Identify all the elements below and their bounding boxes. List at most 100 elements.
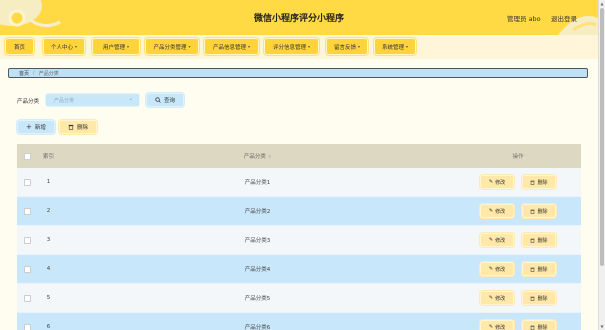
delete-button-label: 删除 xyxy=(537,208,548,215)
index-column-header: 索引 xyxy=(42,154,54,160)
chevron-down-icon: ▾ xyxy=(188,44,191,49)
row-index: 6 xyxy=(46,324,51,330)
chevron-down-icon: ▾ xyxy=(406,44,409,49)
category-table: 索引 产品分类 ⇅ 操作 1 产品分类1 ✎ 修改 删除 2 产品分类2 ✎ 修改 删除 3 产品分类3… xyxy=(17,144,581,330)
delete-button-label: 删除 xyxy=(537,237,548,244)
nav-item-label: 评分信息管理 xyxy=(272,44,306,51)
row-checkbox[interactable] xyxy=(23,323,31,330)
add-button-label: 新增 xyxy=(34,125,46,131)
edit-button-label: 修改 xyxy=(495,295,506,302)
search-field-label: 产品分类 xyxy=(17,99,40,105)
trash-icon xyxy=(530,209,535,214)
trash-icon xyxy=(530,296,535,301)
row-category-name: 产品分类3 xyxy=(244,238,271,244)
table-row: 5 产品分类5 ✎ 修改 删除 xyxy=(17,284,581,313)
logout-button[interactable]: 退出登录 xyxy=(551,13,577,23)
delete-button[interactable]: 删除 xyxy=(522,233,556,247)
breadcrumb-separator: / xyxy=(33,70,35,76)
category-search-input[interactable]: 产品分类 ⌄ xyxy=(45,93,140,107)
chevron-down-icon: ▾ xyxy=(358,44,361,49)
scroll-up-icon[interactable]: ▲ xyxy=(599,0,605,7)
name-column-header[interactable]: 产品分类 ⇅ xyxy=(60,152,455,160)
nav-item-label: 系统管理 xyxy=(381,44,404,51)
search-placeholder: 产品分类 xyxy=(54,97,75,104)
delete-button-label: 删除 xyxy=(537,324,548,330)
edit-button[interactable]: ✎ 修改 xyxy=(480,291,514,305)
nav-item-users[interactable]: 用户管理 ▾ xyxy=(92,38,140,55)
row-checkbox[interactable] xyxy=(23,207,31,215)
nav-item-system[interactable]: 系统管理 ▾ xyxy=(374,38,416,55)
main-nav: 首页 个人中心 ▾ 用户管理 ▾ 产品分类管理 ▾ 产品信息管理 ▾ 评分信息管… xyxy=(0,35,598,59)
search-button-label: 查询 xyxy=(163,98,175,104)
row-category-name: 产品分类2 xyxy=(244,209,271,215)
edit-button-label: 修改 xyxy=(495,208,506,215)
trash-icon xyxy=(530,238,535,243)
row-checkbox[interactable] xyxy=(23,178,31,186)
scrollbar-thumb[interactable] xyxy=(600,8,604,266)
sort-icon[interactable]: ⇅ xyxy=(268,154,271,159)
delete-button[interactable]: 删除 xyxy=(522,175,556,189)
select-all-checkbox[interactable] xyxy=(23,152,31,160)
delete-button[interactable]: 删除 xyxy=(522,262,556,276)
delete-button[interactable]: 删除 xyxy=(522,291,556,305)
trash-icon xyxy=(530,325,535,330)
chevron-down-icon: ▾ xyxy=(127,44,130,49)
name-column-header-label: 产品分类 xyxy=(243,154,266,160)
pencil-icon: ✎ xyxy=(488,266,494,272)
row-category-name: 产品分类1 xyxy=(244,180,271,186)
edit-button-label: 修改 xyxy=(495,266,506,273)
delete-button-label: 删除 xyxy=(537,266,548,273)
page-scrollbar[interactable]: ▲ ▼ xyxy=(598,0,605,330)
table-row: 3 产品分类3 ✎ 修改 删除 xyxy=(17,226,581,255)
nav-item-category[interactable]: 产品分类管理 ▾ xyxy=(145,38,199,55)
row-checkbox[interactable] xyxy=(23,294,31,302)
row-checkbox[interactable] xyxy=(23,236,31,244)
edit-button[interactable]: ✎ 修改 xyxy=(480,233,514,247)
trash-icon xyxy=(530,180,535,185)
edit-button[interactable]: ✎ 修改 xyxy=(480,262,514,276)
table-row: 2 产品分类2 ✎ 修改 删除 xyxy=(17,197,581,226)
pencil-icon: ✎ xyxy=(488,237,494,243)
nav-item-rating[interactable]: 评分信息管理 ▾ xyxy=(264,38,319,55)
table-header: 索引 产品分类 ⇅ 操作 xyxy=(17,144,581,168)
edit-button-label: 修改 xyxy=(495,324,506,330)
top-header: 微信小程序评分小程序 管理员 abo 退出登录 xyxy=(0,0,598,35)
edit-button-label: 修改 xyxy=(495,179,506,186)
chevron-down-icon: ⌄ xyxy=(128,96,133,102)
row-checkbox[interactable] xyxy=(23,265,31,273)
chevron-down-icon: ▾ xyxy=(75,44,78,49)
nav-item-label: 首页 xyxy=(13,44,25,51)
search-icon xyxy=(155,97,161,103)
table-body: 1 产品分类1 ✎ 修改 删除 2 产品分类2 ✎ 修改 删除 3 产品分类3 ✎ 修改 删除 4 产品分类4 ✎… xyxy=(17,168,581,330)
row-index: 5 xyxy=(46,295,51,301)
edit-button[interactable]: ✎ 修改 xyxy=(480,175,514,189)
pencil-icon: ✎ xyxy=(488,179,494,185)
edit-button-label: 修改 xyxy=(495,237,506,244)
pencil-icon: ✎ xyxy=(488,295,494,301)
row-category-name: 产品分类6 xyxy=(244,325,271,330)
nav-item-feedback[interactable]: 留言反馈 ▾ xyxy=(326,38,368,55)
nav-item-home[interactable]: 首页 xyxy=(5,38,34,55)
scroll-down-icon[interactable]: ▼ xyxy=(599,323,605,330)
breadcrumb-home[interactable]: 首页 xyxy=(19,70,29,77)
search-button[interactable]: 查询 xyxy=(146,93,184,107)
delete-button[interactable]: 删除 xyxy=(522,320,556,330)
bulk-delete-button[interactable]: 删除 xyxy=(59,120,97,134)
plus-icon: + xyxy=(26,123,32,131)
add-button[interactable]: + 新增 xyxy=(17,120,55,134)
pencil-icon: ✎ xyxy=(488,324,494,330)
edit-button[interactable]: ✎ 修改 xyxy=(480,204,514,218)
row-index: 2 xyxy=(46,208,51,214)
trash-icon xyxy=(530,267,535,272)
row-index: 4 xyxy=(46,266,51,272)
delete-button[interactable]: 删除 xyxy=(522,204,556,218)
edit-button[interactable]: ✎ 修改 xyxy=(480,320,514,330)
nav-item-label: 产品分类管理 xyxy=(153,44,187,51)
nav-item-label: 产品信息管理 xyxy=(212,44,246,51)
delete-button-label: 删除 xyxy=(537,295,548,302)
row-category-name: 产品分类5 xyxy=(244,296,271,302)
nav-item-profile[interactable]: 个人中心 ▾ xyxy=(43,38,85,55)
nav-item-product[interactable]: 产品信息管理 ▾ xyxy=(204,38,259,55)
row-index: 3 xyxy=(46,237,51,243)
chevron-down-icon: ▾ xyxy=(308,44,311,49)
